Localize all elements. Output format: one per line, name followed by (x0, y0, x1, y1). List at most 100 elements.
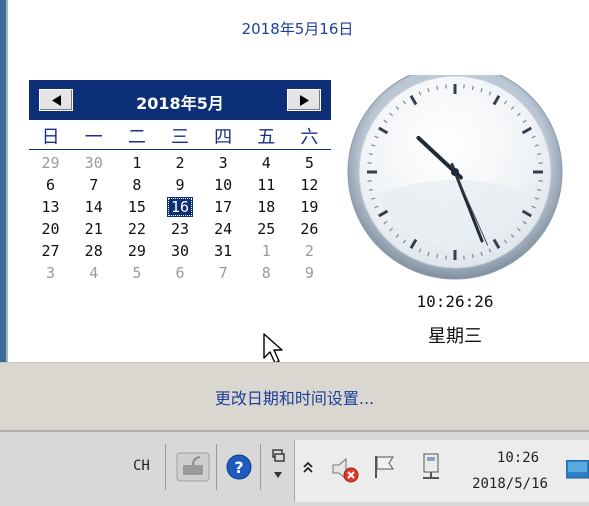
clock-minute-tick (437, 254, 438, 258)
day-cell[interactable]: 19 (288, 196, 331, 218)
day-cell[interactable]: 1 (245, 240, 288, 262)
day-cell[interactable]: 17 (202, 196, 245, 218)
day-number: 26 (300, 220, 318, 238)
day-number: 8 (132, 176, 141, 194)
day-number: 23 (171, 220, 189, 238)
day-number: 29 (128, 242, 146, 260)
taskbar-separator (216, 444, 217, 490)
day-cell[interactable]: 11 (245, 174, 288, 196)
day-number: 8 (262, 264, 271, 282)
month-title[interactable]: 2018年5月 (29, 90, 331, 114)
change-date-time-settings-link[interactable]: 更改日期和时间设置... (0, 385, 589, 409)
day-number: 3 (219, 154, 228, 172)
day-cell[interactable]: 18 (245, 196, 288, 218)
day-cell[interactable]: 6 (29, 174, 72, 196)
day-cell[interactable]: 7 (202, 262, 245, 284)
day-cell[interactable]: 7 (72, 174, 115, 196)
day-number: 3 (46, 264, 55, 282)
day-cell[interactable]: 30 (72, 152, 115, 174)
day-number: 7 (89, 176, 98, 194)
day-cell[interactable]: 6 (158, 262, 201, 284)
weekday-header-cell: 二 (115, 127, 158, 149)
day-cell[interactable]: 27 (29, 240, 72, 262)
keyboard-icon[interactable] (176, 452, 210, 482)
mouse-cursor-icon (262, 332, 286, 366)
show-desktop-icon[interactable] (566, 460, 589, 482)
day-number: 2 (175, 154, 184, 172)
day-cell[interactable]: 22 (115, 218, 158, 240)
day-cell[interactable]: 1 (115, 152, 158, 174)
day-number: 27 (42, 242, 60, 260)
day-number: 10 (214, 176, 232, 194)
day-cell[interactable]: 21 (72, 218, 115, 240)
long-date-header[interactable]: 2018年5月16日 (0, 18, 589, 39)
day-number: 30 (85, 154, 103, 172)
day-cell[interactable]: 9 (288, 262, 331, 284)
day-cell[interactable]: 4 (72, 262, 115, 284)
day-cell[interactable]: 10 (202, 174, 245, 196)
day-cell[interactable]: 2 (158, 152, 201, 174)
day-cell[interactable]: 24 (202, 218, 245, 240)
day-cell[interactable]: 15 (115, 196, 158, 218)
day-number: 11 (257, 176, 275, 194)
day-cell[interactable]: 4 (245, 152, 288, 174)
day-cell[interactable]: 28 (72, 240, 115, 262)
day-cell[interactable]: 31 (202, 240, 245, 262)
day-cell[interactable]: 20 (29, 218, 72, 240)
day-cell[interactable]: 12 (288, 174, 331, 196)
day-cell[interactable]: 14 (72, 196, 115, 218)
taskbar-separator (165, 444, 166, 490)
tray-date[interactable]: 2018/5/16 (458, 476, 562, 492)
volume-muted-icon[interactable] (330, 454, 360, 484)
day-cell[interactable]: 30 (158, 240, 201, 262)
weekday-header-cell: 日 (29, 127, 72, 149)
weekday-header-cell: 五 (245, 127, 288, 149)
day-cell[interactable]: 5 (115, 262, 158, 284)
day-cell[interactable]: 2 (288, 240, 331, 262)
day-number: 5 (132, 264, 141, 282)
day-cell[interactable]: 5 (288, 152, 331, 174)
day-cell-selected[interactable]: 16 (158, 196, 201, 218)
day-number: 30 (171, 242, 189, 260)
day-cell[interactable]: 8 (115, 174, 158, 196)
language-indicator[interactable]: CH (133, 458, 150, 474)
day-number: 9 (175, 176, 184, 194)
day-number: 20 (42, 220, 60, 238)
day-cell[interactable]: 25 (245, 218, 288, 240)
day-number: 21 (85, 220, 103, 238)
weekday-header-row: 日一二三四五六 (29, 123, 331, 150)
day-cell[interactable]: 13 (29, 196, 72, 218)
weekday-header-cell: 一 (72, 127, 115, 149)
calendar: 2018年5月 日一二三四五六 293012345678910111213141… (29, 80, 331, 284)
day-cell[interactable]: 9 (158, 174, 201, 196)
day-number: 28 (85, 242, 103, 260)
day-number: 18 (257, 198, 275, 216)
next-month-button[interactable] (287, 89, 321, 111)
triangle-right-icon (300, 95, 309, 106)
window-icon[interactable] (270, 448, 286, 484)
day-cell[interactable]: 23 (158, 218, 201, 240)
chevron-up-icon[interactable] (302, 460, 314, 474)
day-number: 2 (305, 242, 314, 260)
day-number: 9 (305, 264, 314, 282)
network-icon[interactable] (418, 452, 444, 482)
day-cell[interactable]: 8 (245, 262, 288, 284)
help-icon[interactable]: ? (226, 454, 252, 480)
day-cell[interactable]: 26 (288, 218, 331, 240)
day-cell[interactable]: 29 (115, 240, 158, 262)
taskbar-separator (260, 444, 261, 490)
day-number: 17 (214, 198, 232, 216)
day-cell[interactable]: 3 (29, 262, 72, 284)
day-number: 14 (85, 198, 103, 216)
day-cell[interactable]: 3 (202, 152, 245, 174)
day-number: 4 (89, 264, 98, 282)
day-number: 16 (167, 197, 193, 217)
settings-bar: 更改日期和时间设置... (0, 362, 589, 431)
tray-time[interactable]: 10:26 (478, 450, 558, 466)
day-number: 4 (262, 154, 271, 172)
taskbar: CH ? 10:26 2018/5/16 (0, 430, 589, 506)
day-cell[interactable]: 29 (29, 152, 72, 174)
flag-icon[interactable] (372, 454, 398, 480)
clock-center-pin (451, 168, 459, 176)
day-number: 19 (300, 198, 318, 216)
